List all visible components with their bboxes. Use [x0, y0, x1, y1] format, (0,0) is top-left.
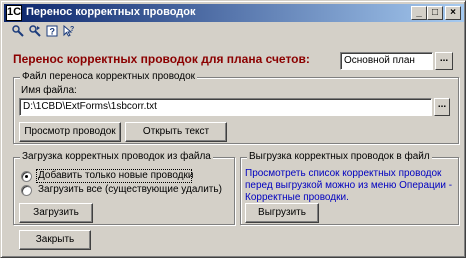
radio-selected-dot: [25, 175, 28, 178]
svg-text:?: ?: [50, 27, 56, 37]
unload-hint-text: Просмотреть список корректных проводок п…: [245, 168, 453, 203]
unload-button[interactable]: Выгрузить: [245, 203, 319, 223]
minimize-button[interactable]: _: [411, 6, 427, 20]
chart-of-accounts-select-button[interactable]: ...: [435, 52, 453, 70]
chart-of-accounts-field[interactable]: Основной план: [340, 52, 433, 70]
load-all-radio[interactable]: [21, 185, 32, 196]
browse-file-button[interactable]: ...: [434, 98, 450, 116]
chart-of-accounts-label: Перенос корректных проводок для плана сч…: [13, 52, 310, 66]
file-group-title: Файл переноса корректных проводок: [20, 71, 198, 82]
add-new-only-radio[interactable]: [21, 171, 32, 182]
title-bar[interactable]: 1C Перенос корректных проводок _ □ ×: [4, 4, 464, 22]
file-path-input[interactable]: D:\1CBD\ExtForms\1sbcorr.txt: [19, 98, 432, 116]
maximize-button[interactable]: □: [427, 6, 443, 20]
unload-group-title: Выгрузка корректных проводок в файл: [247, 151, 432, 162]
help-icon[interactable]: ?: [46, 25, 58, 37]
find-icon[interactable]: [12, 25, 24, 37]
find-next-icon[interactable]: [29, 25, 41, 37]
load-all-label[interactable]: Загрузить все (существующие удалить): [38, 184, 222, 195]
view-entries-button[interactable]: Просмотр проводок: [19, 122, 121, 142]
help-context-icon[interactable]: ?: [63, 24, 75, 37]
load-group-title: Загрузка корректных проводок из файла: [20, 151, 213, 162]
file-name-label: Имя файла:: [21, 85, 77, 96]
add-new-only-label[interactable]: Добавить только новые проводки: [38, 170, 193, 181]
open-text-button[interactable]: Открыть текст: [125, 122, 227, 142]
load-button[interactable]: Загрузить: [19, 203, 93, 223]
close-button[interactable]: ×: [445, 6, 461, 20]
svg-text:?: ?: [70, 26, 74, 33]
main-window: 1C Перенос корректных проводок _ □ × ? ?…: [0, 0, 466, 258]
app-icon: 1C: [6, 5, 22, 21]
close-dialog-button[interactable]: Закрыть: [19, 230, 91, 250]
window-title: Перенос корректных проводок: [26, 6, 196, 18]
